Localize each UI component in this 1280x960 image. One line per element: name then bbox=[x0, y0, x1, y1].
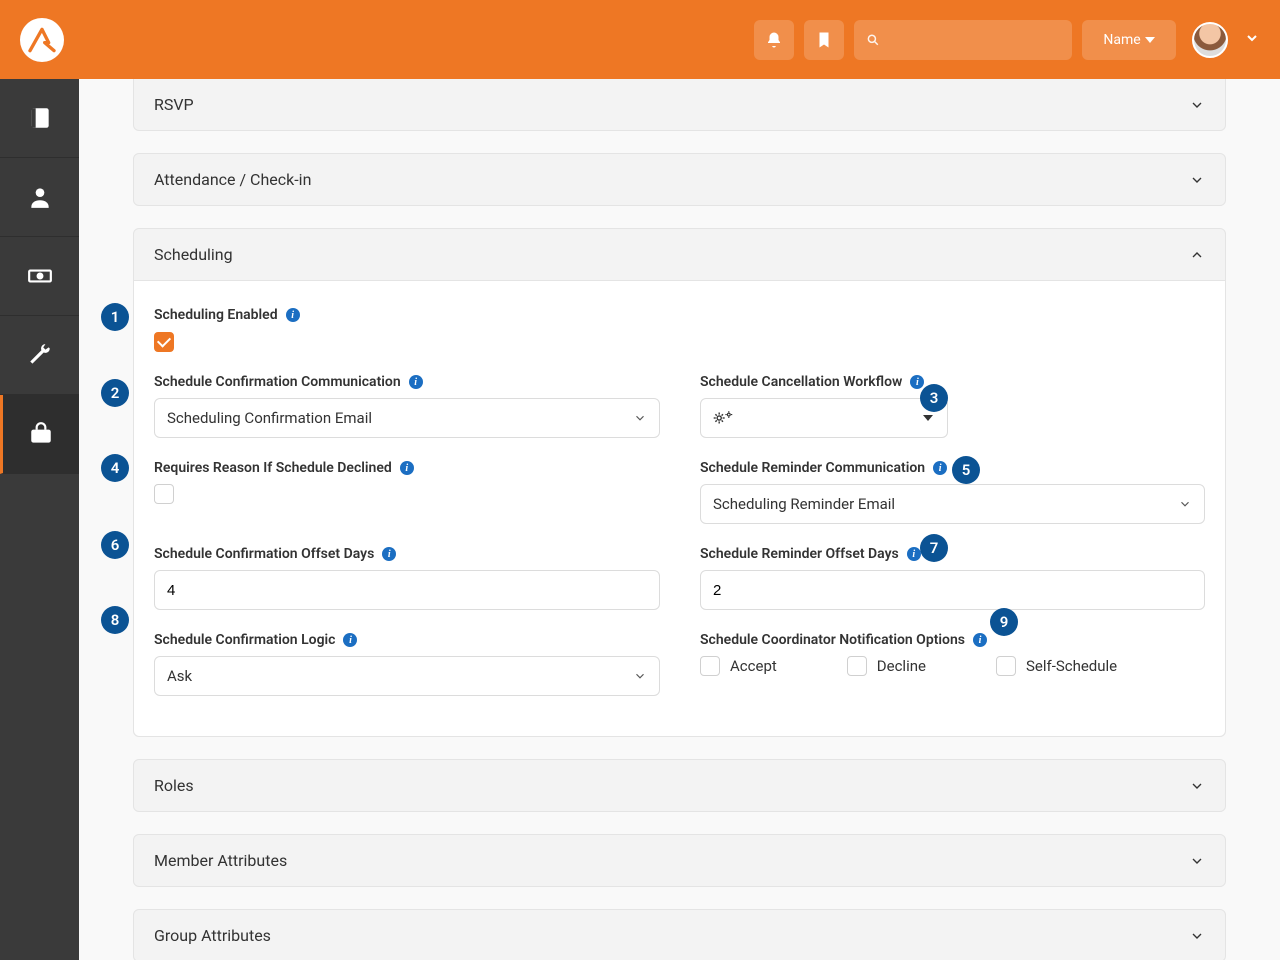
coord-decline-checkbox[interactable] bbox=[847, 656, 867, 676]
nav-item-book[interactable] bbox=[0, 79, 79, 158]
nav-item-finance[interactable] bbox=[0, 237, 79, 316]
search-scope-dropdown[interactable]: Name bbox=[1082, 20, 1176, 60]
callout-4: 4 bbox=[101, 454, 129, 482]
search-input[interactable] bbox=[888, 32, 1060, 48]
confirm-comm-label: Schedule Confirmation Communication bbox=[154, 374, 401, 390]
coord-notify-label: Schedule Coordinator Notification Option… bbox=[700, 632, 965, 648]
confirm-logic-value: Ask bbox=[167, 667, 192, 685]
panel-rsvp-title: RSVP bbox=[154, 95, 194, 114]
coord-accept-label: Accept bbox=[730, 657, 777, 675]
panel-group-attributes: Group Attributes bbox=[133, 909, 1226, 960]
confirm-logic-select[interactable]: Ask bbox=[154, 656, 660, 696]
requires-reason-label: Requires Reason If Schedule Declined bbox=[154, 460, 392, 476]
reminder-comm-value: Scheduling Reminder Email bbox=[713, 495, 895, 513]
reminder-comm-label: Schedule Reminder Communication bbox=[700, 460, 925, 476]
info-icon[interactable]: i bbox=[910, 375, 924, 389]
panel-attendance-title: Attendance / Check-in bbox=[154, 170, 311, 189]
nav-item-admin[interactable] bbox=[0, 395, 79, 474]
info-icon[interactable]: i bbox=[382, 547, 396, 561]
panel-scheduling-body: 1 2 3 4 5 6 7 8 9 Scheduling Enabled i bbox=[134, 280, 1225, 736]
confirm-logic-label: Schedule Confirmation Logic bbox=[154, 632, 335, 648]
callout-2: 2 bbox=[101, 379, 129, 407]
info-icon[interactable]: i bbox=[286, 308, 300, 322]
panel-member-attributes: Member Attributes bbox=[133, 834, 1226, 887]
coord-accept-checkbox[interactable] bbox=[700, 656, 720, 676]
confirm-offset-input-wrap bbox=[154, 570, 660, 610]
callout-7: 7 bbox=[920, 534, 948, 562]
panel-attendance: Attendance / Check-in bbox=[133, 153, 1226, 206]
cancel-workflow-label: Schedule Cancellation Workflow bbox=[700, 374, 902, 390]
scheduling-enabled-checkbox[interactable] bbox=[154, 332, 174, 352]
coord-decline-label: Decline bbox=[877, 657, 926, 675]
info-icon[interactable]: i bbox=[409, 375, 423, 389]
callout-9: 9 bbox=[990, 608, 1018, 636]
panel-roles: Roles bbox=[133, 759, 1226, 812]
panel-roles-header[interactable]: Roles bbox=[134, 760, 1225, 811]
info-icon[interactable]: i bbox=[907, 547, 921, 561]
panel-scheduling-header[interactable]: Scheduling bbox=[134, 229, 1225, 280]
dropdown-caret-icon bbox=[923, 415, 933, 421]
panel-group-attributes-header[interactable]: Group Attributes bbox=[134, 910, 1225, 960]
reminder-comm-select[interactable]: Scheduling Reminder Email bbox=[700, 484, 1205, 524]
coord-self-checkbox[interactable] bbox=[996, 656, 1016, 676]
search-scope-label: Name bbox=[1103, 32, 1140, 48]
top-bar: Name bbox=[0, 0, 1280, 79]
confirm-offset-label: Schedule Confirmation Offset Days bbox=[154, 546, 374, 562]
bookmarks-button[interactable] bbox=[804, 20, 844, 60]
main-content: RSVP Attendance / Check-in Scheduling 1 … bbox=[79, 79, 1280, 960]
app-logo bbox=[20, 18, 64, 62]
panel-rsvp-header[interactable]: RSVP bbox=[134, 79, 1225, 130]
reminder-offset-input-wrap bbox=[700, 570, 1205, 610]
coord-self-label: Self-Schedule bbox=[1026, 657, 1117, 675]
callout-8: 8 bbox=[101, 606, 129, 634]
requires-reason-checkbox[interactable] bbox=[154, 484, 174, 504]
confirm-comm-value: Scheduling Confirmation Email bbox=[167, 409, 372, 427]
user-menu-toggle[interactable] bbox=[1244, 30, 1260, 50]
nav-item-tools[interactable] bbox=[0, 316, 79, 395]
info-icon[interactable]: i bbox=[343, 633, 357, 647]
panel-roles-title: Roles bbox=[154, 776, 194, 795]
panel-group-attributes-title: Group Attributes bbox=[154, 926, 271, 945]
panel-member-attributes-title: Member Attributes bbox=[154, 851, 287, 870]
left-nav-rail bbox=[0, 79, 79, 960]
panel-attendance-header[interactable]: Attendance / Check-in bbox=[134, 154, 1225, 205]
info-icon[interactable]: i bbox=[933, 461, 947, 475]
confirm-comm-select[interactable]: Scheduling Confirmation Email bbox=[154, 398, 660, 438]
panel-member-attributes-header[interactable]: Member Attributes bbox=[134, 835, 1225, 886]
panel-scheduling: Scheduling 1 2 3 4 5 6 7 8 9 Scheduling … bbox=[133, 228, 1226, 737]
confirm-offset-input[interactable] bbox=[167, 571, 623, 609]
nav-item-people[interactable] bbox=[0, 158, 79, 237]
panel-scheduling-title: Scheduling bbox=[154, 245, 233, 264]
callout-1: 1 bbox=[101, 303, 129, 331]
scheduling-enabled-label: Scheduling Enabled bbox=[154, 307, 278, 323]
reminder-offset-input[interactable] bbox=[713, 571, 1168, 609]
user-avatar[interactable] bbox=[1192, 22, 1228, 58]
notifications-button[interactable] bbox=[754, 20, 794, 60]
callout-5: 5 bbox=[952, 456, 980, 484]
search-box[interactable] bbox=[854, 20, 1072, 60]
info-icon[interactable]: i bbox=[400, 461, 414, 475]
info-icon[interactable]: i bbox=[973, 633, 987, 647]
reminder-offset-label: Schedule Reminder Offset Days bbox=[700, 546, 899, 562]
panel-rsvp: RSVP bbox=[133, 79, 1226, 131]
callout-6: 6 bbox=[101, 531, 129, 559]
cancel-workflow-picker[interactable] bbox=[700, 398, 948, 438]
callout-3: 3 bbox=[920, 384, 948, 412]
